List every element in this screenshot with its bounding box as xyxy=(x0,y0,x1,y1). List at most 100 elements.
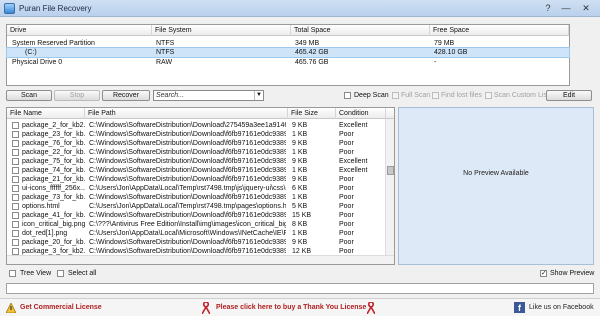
col-file-name[interactable]: File Name xyxy=(7,108,85,119)
file-path: C:\Windows\SoftwareDistribution\Download… xyxy=(89,212,286,219)
scan-custom-list-checkbox[interactable] xyxy=(485,92,492,99)
file-row[interactable]: package_23_for_kb... C:\Windows\SoftwareD… xyxy=(7,130,386,139)
file-row[interactable]: package_20_for_kb... C:\Windows\SoftwareD… xyxy=(7,238,386,247)
select-all-checkbox[interactable] xyxy=(57,270,64,277)
edit-button[interactable]: Edit xyxy=(546,90,592,101)
file-row-checkbox[interactable] xyxy=(12,122,19,129)
file-size: 1 KB xyxy=(292,131,308,138)
drive-row-selected[interactable]: (C:) NTFS 465.42 GB 428.10 GB xyxy=(6,47,570,58)
drive-row[interactable]: System Reserved Partition NTFS 349 MB 79… xyxy=(7,39,569,48)
footer: Get Commercial License Please click here… xyxy=(0,298,600,316)
col-file-system[interactable]: File System xyxy=(152,25,291,36)
file-row-checkbox[interactable] xyxy=(12,221,19,228)
recover-button[interactable]: Recover xyxy=(102,90,150,101)
col-condition[interactable]: Condition xyxy=(336,108,386,119)
preview-message: No Preview Available xyxy=(463,170,529,177)
file-size: 15 KB xyxy=(292,212,312,219)
file-size: 1 KB xyxy=(292,167,308,174)
file-size: 1 KB xyxy=(292,230,308,237)
drive-fs: RAW xyxy=(156,59,173,66)
col-file-path[interactable]: File Path xyxy=(85,108,288,119)
file-condition: Poor xyxy=(339,149,354,156)
file-path: C:\Users\Jon\AppData\Local\Temp\rst7498.… xyxy=(89,185,286,192)
file-row-checkbox[interactable] xyxy=(12,212,19,219)
minimize-button[interactable]: — xyxy=(557,1,575,15)
file-row[interactable]: ui-icons_ffffff_256x... C:\Users\Jon\AppD… xyxy=(7,184,386,193)
search-input[interactable]: Search... ▼ xyxy=(153,90,264,101)
file-row[interactable]: options.html C:\Users\Jon\AppData\Local\T… xyxy=(7,202,386,211)
status-bar xyxy=(6,283,594,294)
full-scan-checkbox[interactable] xyxy=(392,92,399,99)
file-row[interactable]: package_2_for_kb2... C:\Windows\SoftwareD… xyxy=(7,121,386,130)
drive-row[interactable]: Physical Drive 0 RAW 465.76 GB - xyxy=(7,58,569,67)
find-lost-files-label: Find lost files xyxy=(441,92,482,99)
file-path: C:\Windows\SoftwareDistribution\Download… xyxy=(89,122,286,129)
file-path: C:\Windows\SoftwareDistribution\Download… xyxy=(89,149,286,156)
file-row-checkbox[interactable] xyxy=(12,149,19,156)
drive-list[interactable]: Drive File System Total Space Free Space… xyxy=(6,24,570,86)
file-name: package_75_for_kb... xyxy=(22,158,85,165)
file-row[interactable]: package_22_for_kb... C:\Windows\SoftwareD… xyxy=(7,148,386,157)
file-path: C:\Windows\SoftwareDistribution\Download… xyxy=(89,158,286,165)
file-row-checkbox[interactable] xyxy=(12,248,19,255)
tree-view-checkbox[interactable] xyxy=(9,270,16,277)
file-size: 5 KB xyxy=(292,203,308,210)
close-button[interactable]: ✕ xyxy=(577,1,595,15)
file-row-checkbox[interactable] xyxy=(12,203,19,210)
commercial-license-link[interactable]: Get Commercial License xyxy=(20,304,102,311)
file-row-checkbox[interactable] xyxy=(12,194,19,201)
file-path: C:\Windows\SoftwareDistribution\Download… xyxy=(89,131,286,138)
file-row[interactable]: package_73_for_kb... C:\Windows\SoftwareD… xyxy=(7,193,386,202)
vertical-scrollbar[interactable] xyxy=(385,119,394,255)
file-size: 6 KB xyxy=(292,185,308,192)
file-path: C:\Windows\SoftwareDistribution\Download… xyxy=(89,167,286,174)
file-row[interactable]: dot_red[1].png C:\Users\Jon\AppData\Local… xyxy=(7,229,386,238)
facebook-link[interactable]: Like us on Facebook xyxy=(529,304,594,311)
file-path: C:\Users\Jon\AppData\Local\Microsoft\Win… xyxy=(89,230,286,237)
file-condition: Poor xyxy=(339,194,354,201)
file-list-header: File Name File Path File Size Condition xyxy=(7,108,394,119)
facebook-icon[interactable]: f xyxy=(514,302,525,313)
col-total-space[interactable]: Total Space xyxy=(291,25,430,36)
thank-you-license-link[interactable]: Please click here to buy a Thank You Lic… xyxy=(216,304,366,311)
chevron-down-icon[interactable]: ▼ xyxy=(254,91,263,100)
file-row-checkbox[interactable] xyxy=(12,185,19,192)
file-row[interactable]: icon_critical_big.png C:\???\Antivirus Fr… xyxy=(7,220,386,229)
warning-icon xyxy=(6,303,16,313)
file-list[interactable]: File Name File Path File Size Condition … xyxy=(6,107,395,265)
window-title: Puran File Recovery xyxy=(19,4,92,13)
file-row-checkbox[interactable] xyxy=(12,239,19,246)
show-preview-checkbox[interactable] xyxy=(540,269,547,277)
file-name: package_76_for_kb... xyxy=(22,140,85,147)
horizontal-scrollbar[interactable] xyxy=(7,255,394,264)
file-path: C:\???\Antivirus Free Edition\Install\im… xyxy=(89,221,286,228)
file-condition: Excellent xyxy=(339,167,368,174)
scrollbar-thumb[interactable] xyxy=(387,166,394,175)
title-bar: Puran File Recovery ? — ✕ xyxy=(0,0,600,17)
file-name: options.html xyxy=(22,203,60,210)
file-row[interactable]: package_21_for_kb... C:\Windows\SoftwareD… xyxy=(7,175,386,184)
file-row[interactable]: package_74_for_kb... C:\Windows\SoftwareD… xyxy=(7,166,386,175)
file-row-checkbox[interactable] xyxy=(12,131,19,138)
drive-free: 79 MB xyxy=(434,40,455,47)
stop-button[interactable]: Stop xyxy=(54,90,100,101)
file-condition: Poor xyxy=(339,203,354,210)
file-row-checkbox[interactable] xyxy=(12,176,19,183)
file-row-checkbox[interactable] xyxy=(12,140,19,147)
file-row-checkbox[interactable] xyxy=(12,158,19,165)
file-row-checkbox[interactable] xyxy=(12,230,19,237)
help-button[interactable]: ? xyxy=(539,1,557,15)
col-drive[interactable]: Drive xyxy=(7,25,152,36)
drive-list-header: Drive File System Total Space Free Space xyxy=(7,25,569,36)
file-row[interactable]: package_41_for_kb... C:\Windows\SoftwareD… xyxy=(7,211,386,220)
col-file-size[interactable]: File Size xyxy=(288,108,336,119)
scan-button[interactable]: Scan xyxy=(6,90,52,101)
find-lost-files-checkbox[interactable] xyxy=(432,92,439,99)
col-free-space[interactable]: Free Space xyxy=(430,25,569,36)
file-row[interactable]: package_76_for_kb... C:\Windows\SoftwareD… xyxy=(7,139,386,148)
file-size: 9 KB xyxy=(292,122,308,129)
deep-scan-checkbox[interactable] xyxy=(344,92,351,99)
preview-pane: No Preview Available xyxy=(398,107,594,265)
file-row[interactable]: package_75_for_kb... C:\Windows\SoftwareD… xyxy=(7,157,386,166)
file-row-checkbox[interactable] xyxy=(12,167,19,174)
